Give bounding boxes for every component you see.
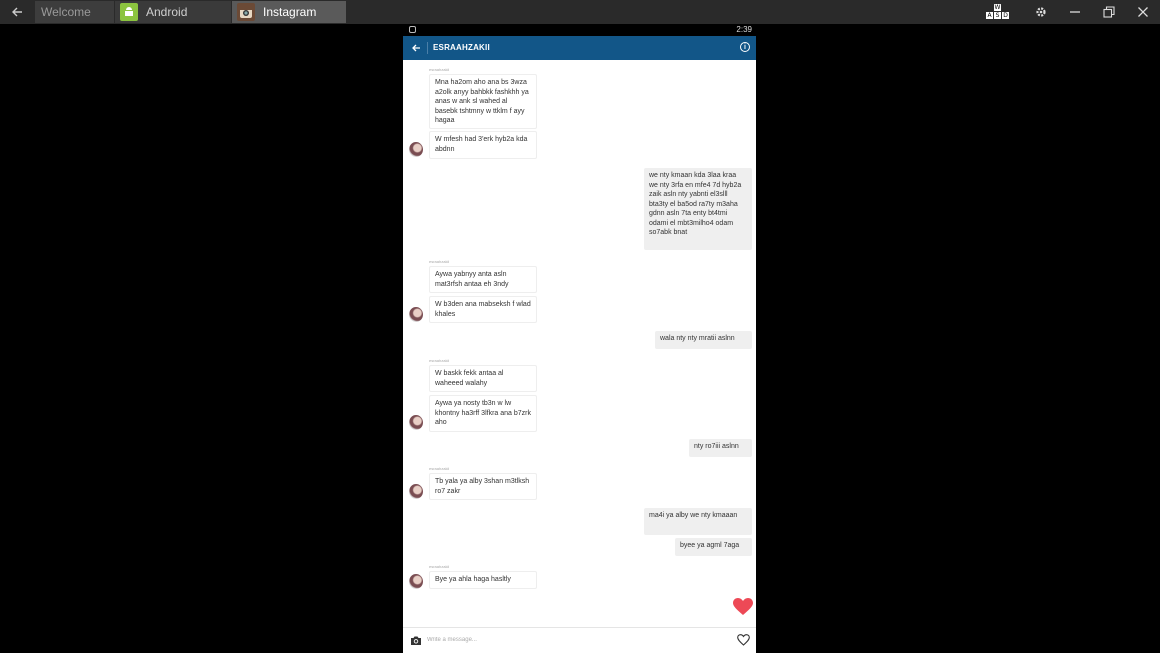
message-bubble: Bye ya ahla haga hasltly: [429, 571, 537, 589]
gear-icon: [1036, 7, 1046, 17]
avatar[interactable]: [409, 415, 423, 430]
restore-button[interactable]: [1092, 0, 1126, 24]
message-composer: [403, 627, 756, 653]
sender-label: esraahzakii: [429, 358, 450, 363]
minimize-icon: [1070, 11, 1080, 13]
emulator-title-bar: Welcome Android Instagram W A S D: [0, 0, 1160, 24]
message-bubble: Aywa ya nosty tb3n w lw khontny ha3rff 3…: [429, 395, 537, 432]
avatar[interactable]: [409, 142, 423, 157]
close-icon: [1138, 7, 1148, 17]
message-bubble: W mfesh had 3'erk hyb2a kda abdnn: [429, 131, 537, 159]
heart-icon[interactable]: [733, 598, 753, 616]
sender-label: esraahzakii: [429, 564, 450, 569]
tab-welcome[interactable]: Welcome: [35, 1, 114, 23]
keymap-icon[interactable]: W A S D: [984, 3, 1012, 21]
avatar[interactable]: [409, 307, 423, 322]
message-bubble: ma4i ya alby we nty kmaaan: [644, 508, 752, 535]
camera-icon[interactable]: [410, 635, 422, 646]
message-thread[interactable]: esraahzakii Mna ha2om aho ana bs 3wza a2…: [403, 60, 756, 627]
arrow-left-icon: [12, 7, 22, 17]
thread-title[interactable]: ESRAAHZAKII: [433, 36, 490, 60]
minimize-button[interactable]: [1058, 0, 1092, 24]
arrow-left-icon: [412, 44, 420, 52]
thread-back-button[interactable]: [407, 39, 425, 57]
message-bubble: W baskk fekk antaa al waheeed walahy: [429, 365, 537, 392]
tab-instagram[interactable]: Instagram: [232, 1, 346, 23]
settings-button[interactable]: [1024, 0, 1058, 24]
sender-label: esraahzakii: [429, 259, 450, 264]
status-time: 2:39: [736, 25, 752, 34]
message-bubble: Aywa yabnyy anta asln mat3rfsh antaa eh …: [429, 266, 537, 293]
message-bubble: we nty kmaan kda 3laa kraa we nty 3rfa e…: [644, 168, 752, 250]
tab-label: Android: [146, 5, 188, 19]
tab-label: Welcome: [41, 5, 91, 19]
message-bubble: Mna ha2om aho ana bs 3wza a2olk anyy bah…: [429, 74, 537, 129]
info-icon[interactable]: i: [740, 42, 750, 52]
heart-outline-icon[interactable]: [737, 634, 750, 646]
android-icon: [120, 3, 138, 21]
instagram-notification-icon: [409, 26, 416, 33]
close-button[interactable]: [1126, 0, 1160, 24]
status-bar: 2:39: [403, 24, 756, 36]
message-bubble: wala nty nty mratii aslnn: [655, 331, 752, 349]
restore-icon: [1103, 6, 1115, 18]
tab-label: Instagram: [263, 5, 317, 19]
avatar[interactable]: [409, 484, 423, 499]
app-bar: ESRAAHZAKII i: [403, 36, 756, 60]
back-button[interactable]: [0, 0, 34, 24]
divider: [427, 42, 428, 54]
message-bubble: W b3den ana mabseksh f wlad khales: [429, 296, 537, 323]
avatar[interactable]: [409, 574, 423, 589]
android-screen: 2:39 ESRAAHZAKII i esraahzakii Mna ha2om…: [403, 24, 756, 653]
instagram-icon: [237, 3, 255, 21]
sender-label: esraahzakii: [429, 466, 450, 471]
sender-label: esraahzakii: [429, 67, 450, 72]
message-bubble: Tb yala ya alby 3shan m3tlksh ro7 zakr: [429, 473, 537, 500]
message-input[interactable]: [427, 633, 727, 647]
message-bubble: byee ya agml 7aga: [675, 538, 752, 556]
tab-android[interactable]: Android: [115, 1, 231, 23]
message-bubble: nty ro7iii aslnn: [689, 439, 752, 457]
